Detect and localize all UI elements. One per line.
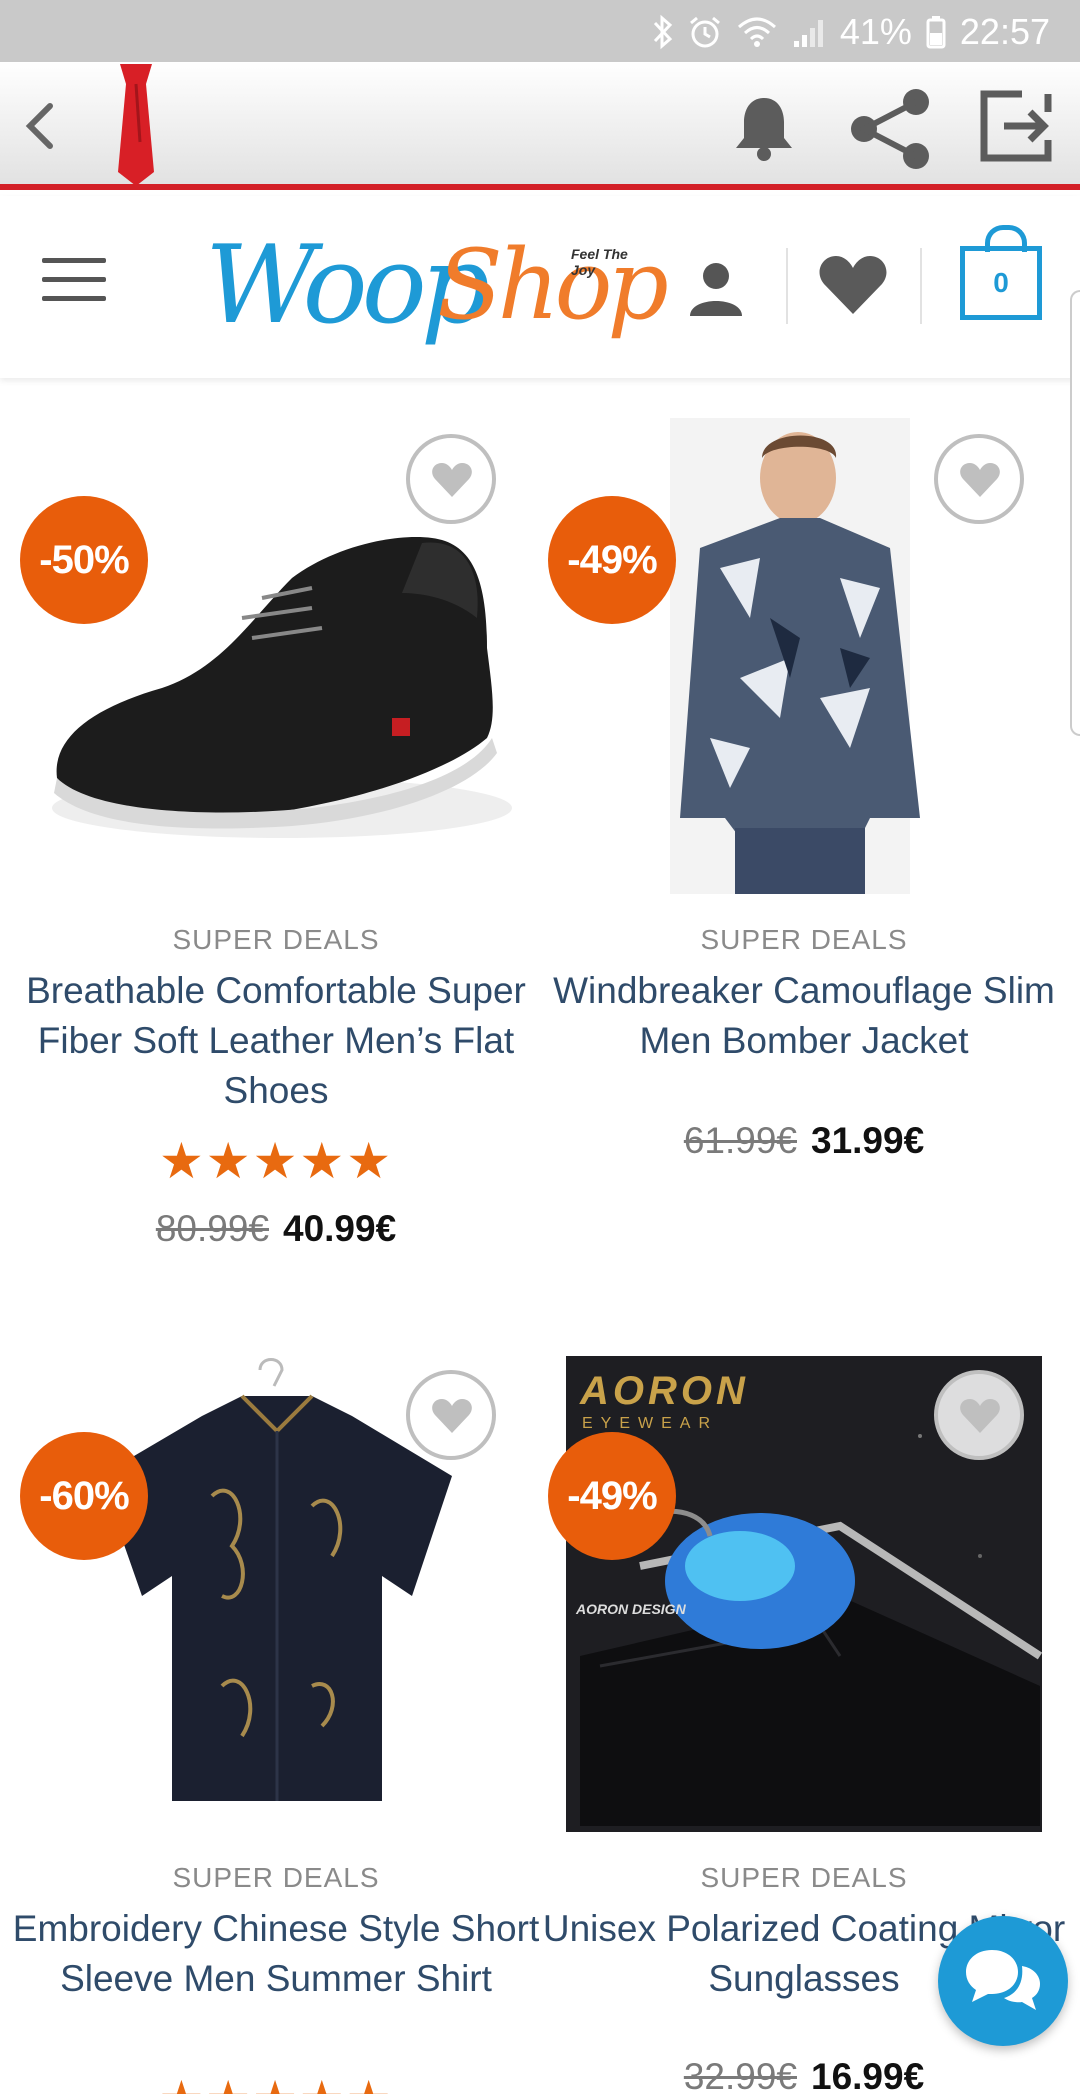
- add-to-wishlist-button[interactable]: [934, 434, 1024, 524]
- product-card[interactable]: -50% SUPER DEALS Breathable Comfortable …: [12, 418, 540, 1258]
- header-divider: [920, 248, 922, 324]
- product-title[interactable]: Embroidery Chinese Style Short Sleeve Me…: [12, 1904, 540, 2004]
- product-category: SUPER DEALS: [700, 1862, 908, 1893]
- old-price: 80.99€: [155, 1208, 269, 1249]
- live-chat-button[interactable]: [938, 1916, 1068, 2046]
- product-title[interactable]: Windbreaker Camouflage Slim Men Bomber J…: [540, 966, 1068, 1066]
- rating-stars: ★★★★★: [12, 2070, 540, 2094]
- sale-price: 31.99€: [811, 1120, 925, 1161]
- logo-tagline: Feel The Joy: [571, 246, 628, 278]
- discount-badge: -50%: [20, 496, 148, 624]
- rating-stars: ★★★★★: [158, 1133, 394, 1189]
- heart-icon: [960, 463, 1000, 497]
- account-icon[interactable]: [686, 260, 746, 316]
- discount-badge: -60%: [20, 1432, 148, 1560]
- case-print-text: AORON DESIGN: [575, 1601, 687, 1617]
- old-price: 61.99€: [683, 1120, 797, 1161]
- product-title[interactable]: Breathable Comfortable Super Fiber Soft …: [12, 966, 540, 1116]
- heart-icon: [432, 463, 472, 497]
- old-price: 32.99€: [683, 2056, 797, 2094]
- wishlist-heart-icon[interactable]: [818, 254, 888, 316]
- cart-button[interactable]: 0: [960, 225, 1042, 320]
- browser-app-bar: [0, 62, 1080, 190]
- notification-bell-icon[interactable]: [728, 92, 800, 164]
- brand-logo-subtext: EYEWEAR: [582, 1415, 718, 1432]
- add-to-wishlist-button[interactable]: [406, 1370, 496, 1460]
- product-price: 61.99€ 31.99€: [540, 1120, 1068, 1162]
- discount-badge: -49%: [548, 1432, 676, 1560]
- tie-logo-icon: [118, 64, 154, 186]
- heart-icon: [960, 1399, 1000, 1433]
- product-category: SUPER DEALS: [172, 924, 380, 955]
- battery-icon: [926, 16, 946, 49]
- back-arrow-icon[interactable]: [18, 96, 62, 156]
- add-to-wishlist-button[interactable]: [406, 434, 496, 524]
- heart-icon: [432, 1399, 472, 1433]
- sale-price: 40.99€: [283, 1208, 397, 1249]
- menu-icon[interactable]: [42, 258, 106, 304]
- side-drawer-handle[interactable]: [1070, 290, 1080, 736]
- product-card[interactable]: -60% SUPER DEALS Embroidery Chinese Styl…: [12, 1356, 540, 2094]
- sale-price: 16.99€: [811, 2056, 925, 2094]
- product-category: SUPER DEALS: [700, 924, 908, 955]
- discount-badge: -49%: [548, 496, 676, 624]
- product-card[interactable]: -49% SUPER DEALS Windbreaker Camouflage …: [540, 418, 1068, 1198]
- product-category: SUPER DEALS: [172, 1862, 380, 1893]
- chat-bubble-icon: [966, 1950, 1040, 2010]
- wifi-icon: [737, 17, 776, 47]
- woopshop-logo[interactable]: Woop Shop Feel The Joy: [205, 228, 669, 343]
- status-bar: 41% 22:57: [0, 0, 1080, 62]
- battery-percent: 41%: [839, 11, 912, 52]
- signal-icon: [793, 20, 823, 47]
- bluetooth-icon: [653, 14, 672, 50]
- add-to-wishlist-button[interactable]: [934, 1370, 1024, 1460]
- site-header: Woop Shop Feel The Joy 0: [0, 196, 1080, 378]
- clock: 22:57: [959, 11, 1050, 52]
- header-divider: [786, 248, 788, 324]
- product-price: 32.99€ 16.99€: [540, 2056, 1068, 2094]
- share-icon[interactable]: [846, 84, 936, 174]
- alarm-icon: [689, 16, 720, 48]
- brand-logo-text: AORON: [579, 1369, 749, 1413]
- exit-icon[interactable]: [978, 88, 1054, 164]
- product-price: 80.99€ 40.99€: [12, 1208, 540, 1250]
